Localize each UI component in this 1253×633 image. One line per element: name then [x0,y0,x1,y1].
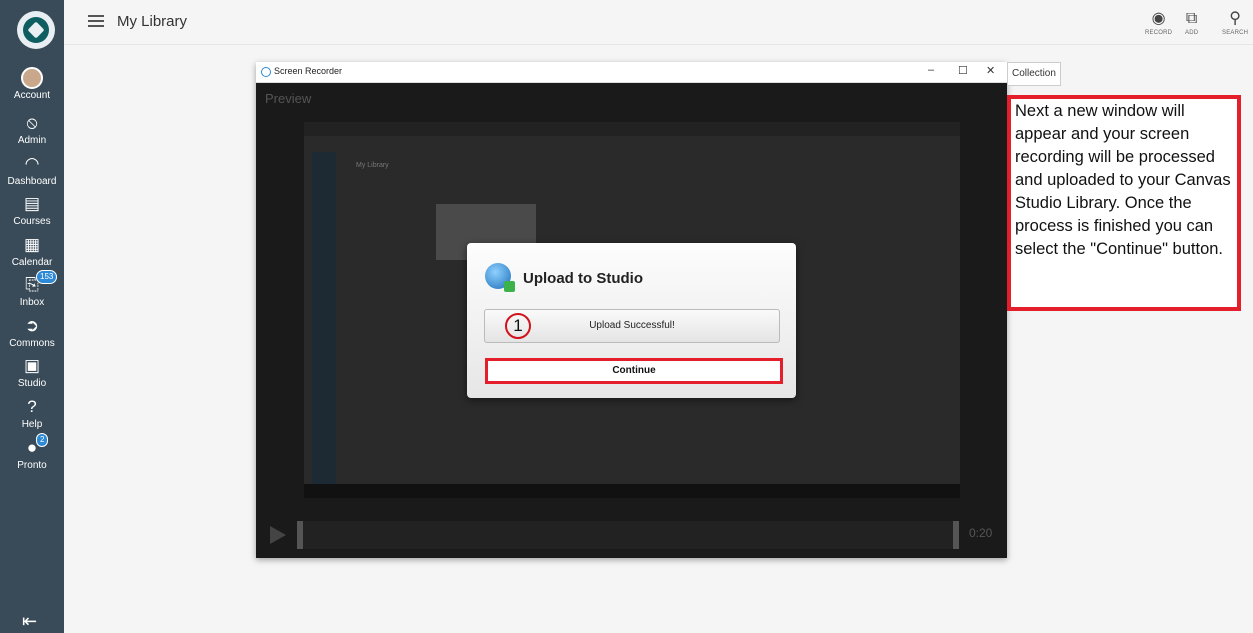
record-button[interactable]: ◉ RECORD [1145,10,1172,36]
nav-studio[interactable]: ▣ Studio [0,355,64,389]
record-label: RECORD [1145,30,1173,36]
calendar-icon: ▦ [23,235,41,254]
inner-page-title: My Library [356,162,389,169]
step-marker: 1 [505,313,531,339]
recorder-icon [261,67,271,77]
avatar [21,67,43,89]
record-icon: ◉ [1151,10,1166,27]
help-icon: ? [27,397,37,416]
annotation-text: Next a new window will appear and your s… [1015,102,1231,258]
global-nav: Account ⦸ Admin ◠ Dashboard ▤ Courses ▦ … [0,0,64,633]
nav-courses[interactable]: ▤ Courses [0,193,64,227]
window-titlebar[interactable]: Screen Recorder – ☐ ✕ [256,62,1007,83]
nav-commons[interactable]: ➲ Commons [0,315,64,349]
nav-account[interactable]: Account [0,67,64,101]
nav-label: Inbox [19,297,45,308]
collapse-nav-icon[interactable]: ⇤ [22,611,37,632]
globe-upload-icon [485,263,515,292]
search-icon: ⚲ [1229,10,1241,27]
institution-logo[interactable] [17,11,55,49]
search-button[interactable]: ⚲ SEARCH [1222,10,1248,36]
search-label: SEARCH [1222,30,1249,36]
add-button[interactable]: ⧉ ADD [1185,10,1198,36]
minimize-icon[interactable]: – [928,64,934,76]
nav-label: Commons [9,338,55,349]
maximize-icon[interactable]: ☐ [958,64,968,77]
header-divider [64,44,1253,45]
inbox-badge: 153 [36,270,58,284]
nav-label: Account [13,90,51,101]
nav-label: Admin [17,135,47,146]
duration-label: 0:20 [969,526,993,540]
nav-label: Courses [13,216,51,227]
timeline-track[interactable] [297,521,959,549]
continue-button[interactable]: Continue [485,358,783,384]
nav-label: Pronto [17,460,47,471]
nav-calendar[interactable]: ▦ Calendar [0,234,64,268]
nav-label: Help [21,419,43,430]
add-label: ADD [1185,30,1199,36]
nav-label: Calendar [11,257,53,268]
nav-dashboard[interactable]: ◠ Dashboard [0,153,64,187]
add-media-icon: ⧉ [1185,10,1198,27]
nav-label: Dashboard [7,176,57,187]
dialog-title: Upload to Studio [523,270,643,287]
close-icon[interactable]: ✕ [986,64,995,77]
player-controls: 0:20 [256,518,1007,558]
upload-dialog: Upload to Studio Upload Successful! 1 Co… [467,243,796,398]
nav-admin[interactable]: ⦸ Admin [0,112,64,146]
dashboard-icon: ◠ [24,154,40,173]
window-title: Screen Recorder [274,66,343,76]
nav-label: Studio [17,378,47,389]
shield-icon: ⦸ [26,113,38,132]
pronto-badge: 2 [36,433,49,447]
nav-pronto[interactable]: ● 2 Pronto [0,433,64,471]
collection-button[interactable]: Collection [1007,62,1061,86]
hamburger-menu-icon[interactable] [88,15,104,27]
page-title: My Library [117,13,188,30]
studio-icon: ▣ [23,356,41,375]
nav-help[interactable]: ? Help [0,396,64,430]
nav-inbox[interactable]: ⎘ 153 Inbox [0,270,64,308]
commons-icon: ➲ [24,316,40,335]
preview-label: Preview [265,91,312,106]
book-icon: ▤ [23,194,41,213]
instruction-annotation: Next a new window will appear and your s… [1007,95,1241,311]
play-icon[interactable] [270,526,286,544]
